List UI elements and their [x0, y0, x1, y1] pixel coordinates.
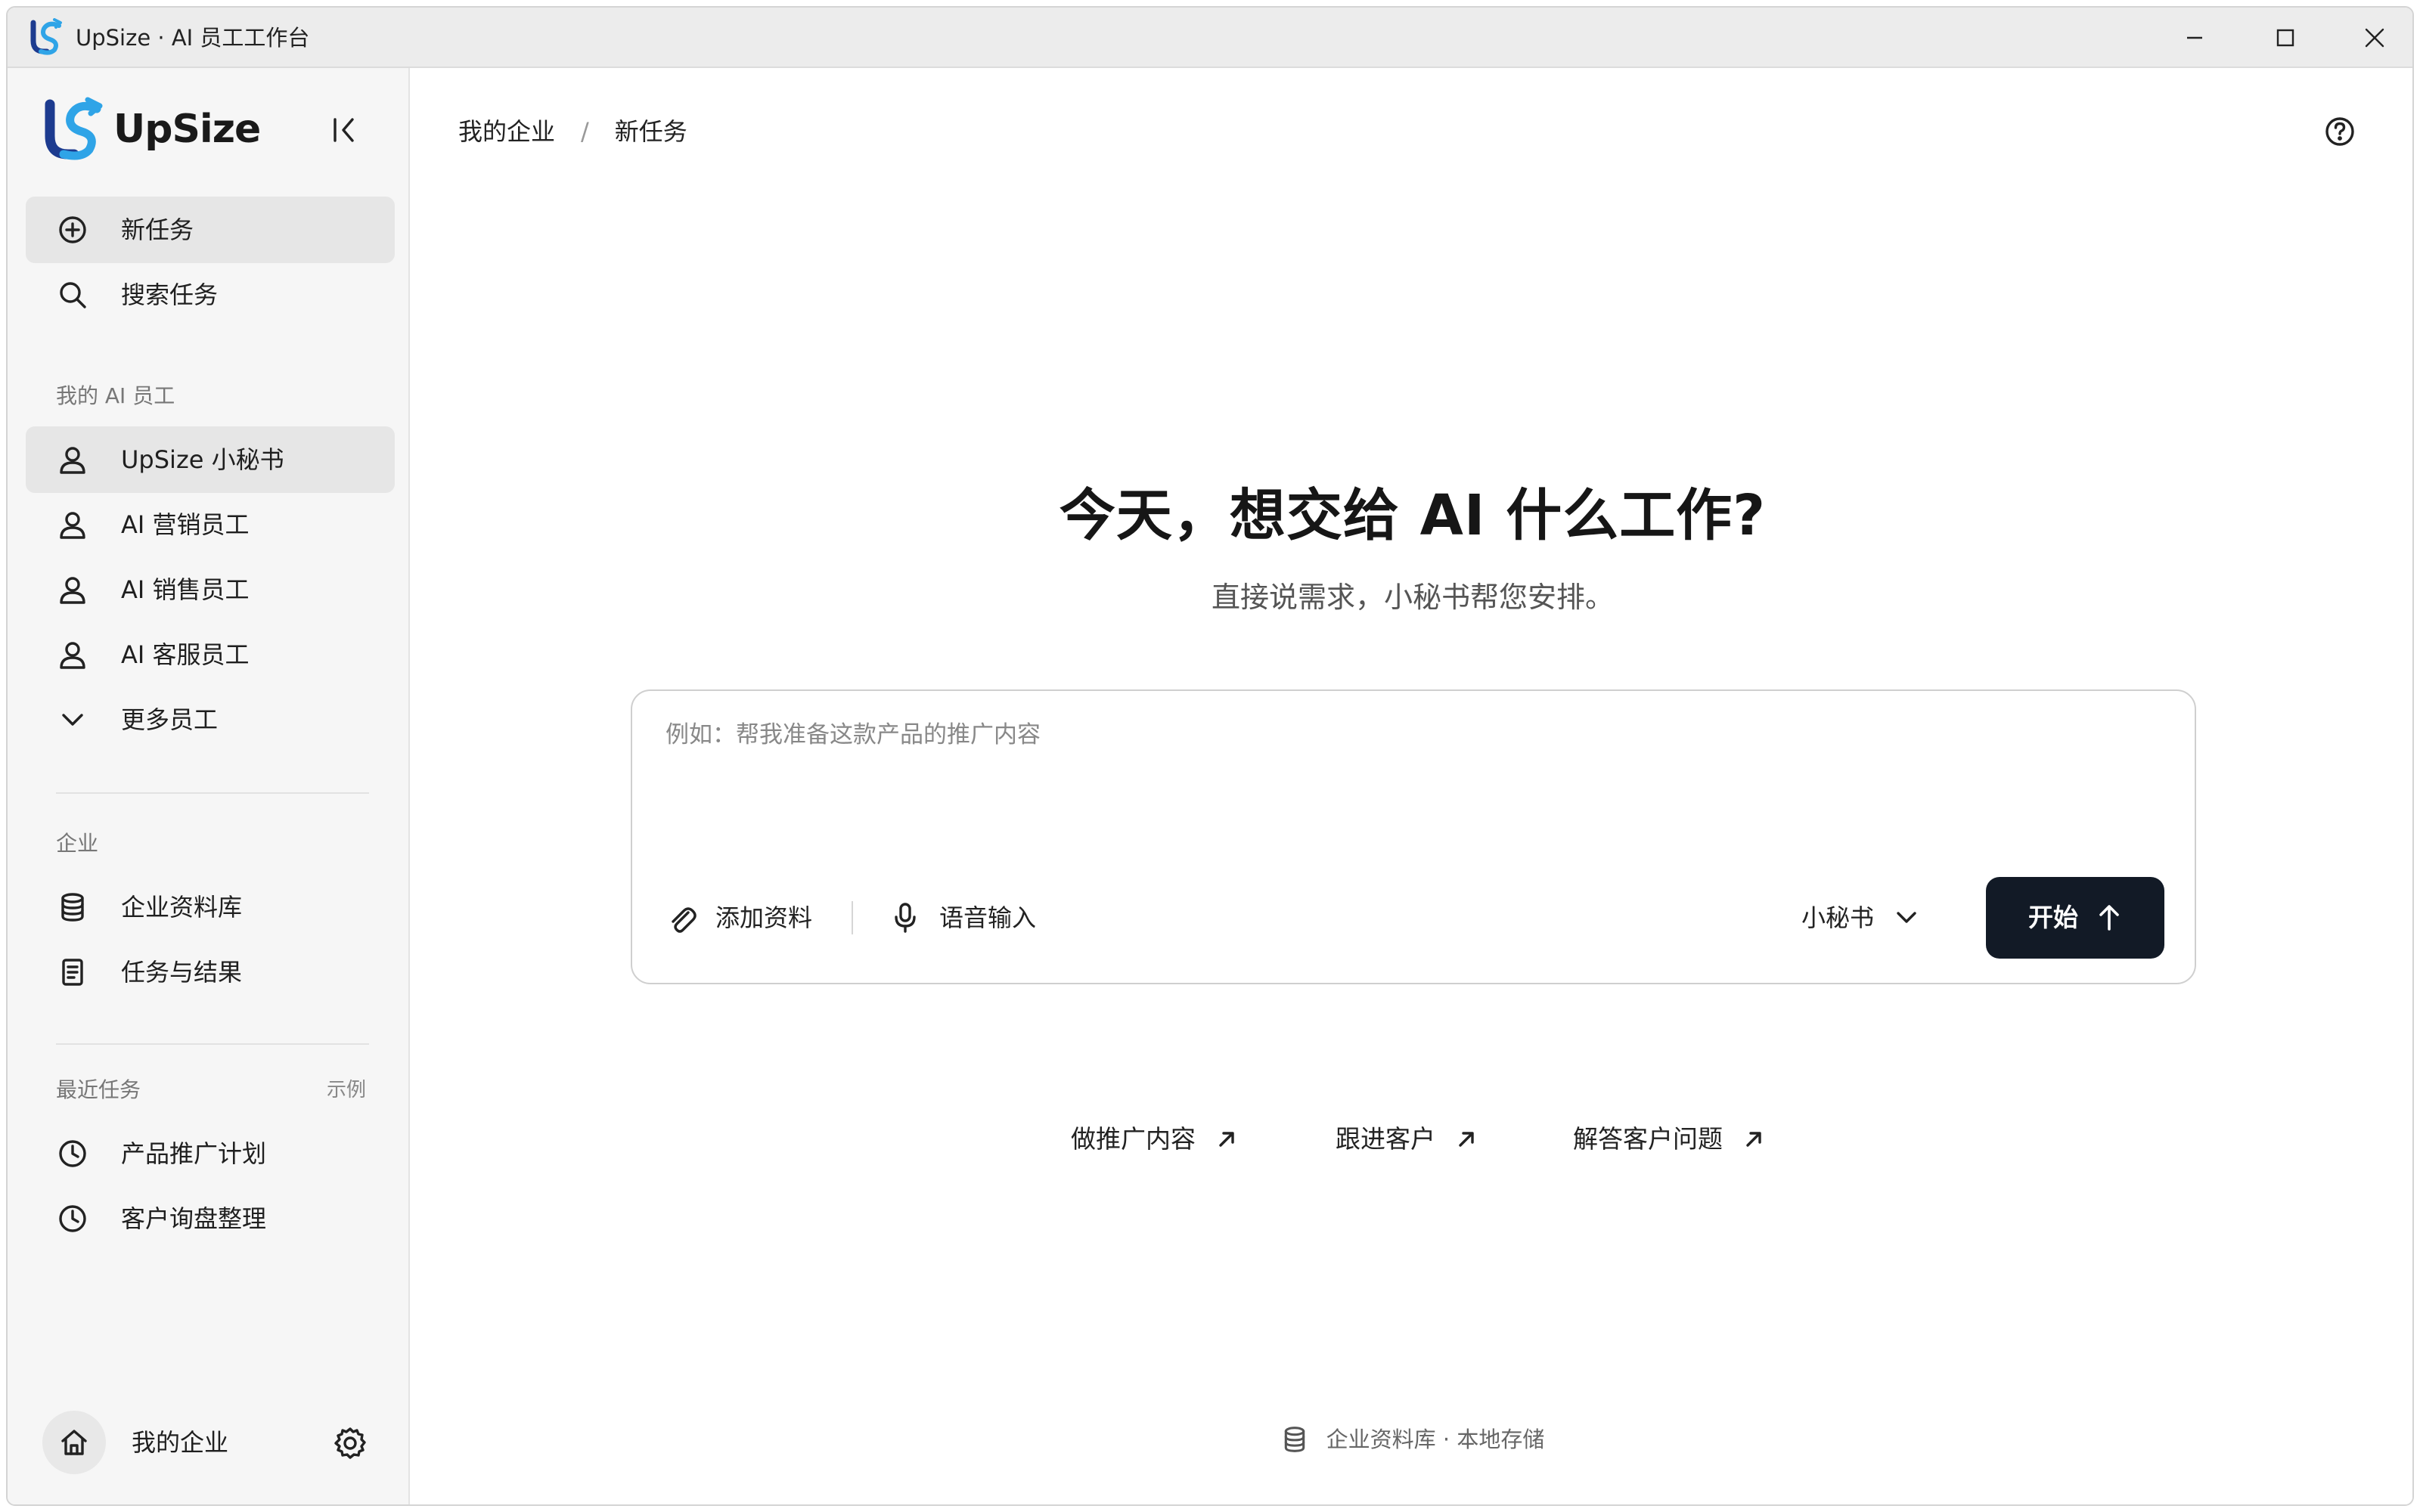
app-logo-icon — [29, 18, 64, 56]
clock-icon — [59, 1205, 86, 1232]
sidebar-item-recent-task[interactable]: 客户询盘整理 — [26, 1185, 395, 1252]
section-label-enterprise: 企业 — [56, 831, 99, 856]
sidebar-item-ai-sales[interactable]: AI 销售员工 — [26, 556, 395, 623]
user-icon — [60, 447, 85, 474]
minimize-icon — [2187, 36, 2202, 39]
main-panel: 我的企业 / 新任务 今天，想交给 AI 什么工作? 直接说需求，小秘书帮您安排… — [410, 68, 2412, 1504]
help-icon — [2325, 117, 2354, 146]
maximize-icon — [2276, 29, 2294, 47]
section-label-employees: 我的 AI 员工 — [56, 383, 175, 408]
app-window: UpSize · AI 员工工作台 UpSize 新任务 搜索任务 我的 AI … — [6, 6, 2414, 1506]
breadcrumb: 我的企业 / 新任务 — [458, 115, 687, 148]
sidebar-item-label: 企业资料库 — [121, 893, 243, 922]
task-input[interactable] — [666, 718, 2163, 824]
sidebar-item-label: AI 客服员工 — [121, 640, 250, 669]
sidebar-divider — [56, 792, 369, 794]
suggestion-chip[interactable]: 解答客户问题 — [1573, 1120, 1764, 1158]
home-icon — [61, 1430, 87, 1455]
voice-input-label: 语音输入 — [939, 903, 1037, 932]
sidebar-item-more-employees[interactable]: 更多员工 — [26, 686, 395, 753]
sidebar-item-label: AI 营销员工 — [121, 510, 250, 539]
document-icon — [62, 959, 83, 986]
sidebar-item-search-task[interactable]: 搜索任务 — [26, 262, 395, 328]
sidebar-item-label: 产品推广计划 — [121, 1139, 267, 1168]
brand-name: UpSize — [113, 107, 261, 152]
sidebar: UpSize 新任务 搜索任务 我的 AI 员工 UpSize 小秘书 AI 营… — [8, 68, 410, 1504]
avatar — [42, 1411, 106, 1474]
sidebar-item-label: 更多员工 — [121, 705, 219, 734]
account-name: 我的企业 — [132, 1428, 229, 1457]
chevron-down-icon — [1897, 912, 1916, 923]
user-icon — [60, 577, 85, 604]
chevron-down-icon — [62, 714, 83, 726]
arrow-up-right-icon — [1219, 1132, 1234, 1147]
page-title: 今天，想交给 AI 什么工作? — [1059, 483, 1767, 548]
storage-note: 企业资料库 · 本地存储 — [410, 1424, 2412, 1455]
sidebar-item-ai-marketing[interactable]: AI 营销员工 — [26, 491, 395, 558]
arrow-up-right-icon — [1459, 1132, 1474, 1147]
attach-label: 添加资料 — [715, 903, 813, 932]
search-icon — [60, 282, 86, 308]
sidebar-item-label: 客户询盘整理 — [121, 1204, 267, 1233]
brand: UpSize — [42, 97, 261, 162]
suggestion-label: 跟进客户 — [1336, 1124, 1435, 1154]
suggestion-label: 做推广内容 — [1071, 1124, 1196, 1154]
collapse-sidebar-icon — [334, 118, 354, 142]
sidebar-item-knowledge-base[interactable]: 企业资料库 — [26, 874, 395, 940]
minimize-button[interactable] — [2149, 8, 2240, 68]
help-button[interactable] — [2322, 113, 2358, 150]
title-bar: UpSize · AI 员工工作台 — [8, 8, 2412, 68]
gear-icon — [334, 1427, 366, 1459]
sidebar-item-upsize-secretary[interactable]: UpSize 小秘书 — [26, 426, 395, 493]
storage-note-label: 企业资料库 · 本地存储 — [1326, 1427, 1545, 1452]
attach-button[interactable]: 添加资料 — [666, 895, 812, 940]
sidebar-item-label: 新任务 — [121, 215, 194, 244]
close-icon — [2365, 28, 2384, 48]
voice-input-button[interactable]: 语音输入 — [889, 895, 1036, 940]
start-button-label: 开始 — [2028, 903, 2078, 932]
sidebar-item-recent-task[interactable]: 产品推广计划 — [26, 1120, 395, 1187]
sidebar-item-tasks-results[interactable]: 任务与结果 — [26, 939, 395, 1005]
arrow-up-right-icon — [1746, 1132, 1761, 1147]
paperclip-icon — [672, 907, 697, 933]
recent-example-tag: 示例 — [327, 1079, 367, 1101]
suggestion-chip[interactable]: 做推广内容 — [1071, 1120, 1236, 1158]
breadcrumb-item-current: 新任务 — [614, 117, 687, 146]
sidebar-divider — [56, 1043, 369, 1045]
sidebar-item-label: AI 销售员工 — [121, 575, 250, 604]
task-composer: 添加资料 语音输入 小秘书 开始 — [631, 689, 2196, 984]
upsize-logo-icon — [45, 97, 103, 160]
sidebar-item-new-task[interactable]: 新任务 — [26, 197, 395, 263]
database-icon — [61, 893, 84, 922]
breadcrumb-item-enterprise[interactable]: 我的企业 — [458, 115, 555, 148]
start-button[interactable]: 开始 — [1986, 877, 2164, 959]
agent-select-value: 小秘书 — [1801, 903, 1875, 932]
user-icon — [60, 642, 85, 669]
database-icon — [1284, 1427, 1305, 1452]
enterprise-account-row[interactable]: 我的企业 — [42, 1411, 375, 1479]
settings-button[interactable] — [331, 1424, 369, 1462]
sidebar-item-label: 搜索任务 — [121, 280, 219, 309]
user-icon — [60, 512, 85, 539]
sidebar-item-label: UpSize 小秘书 — [121, 445, 284, 474]
page-subtitle: 直接说需求，小秘书帮您安排。 — [1211, 581, 1614, 614]
microphone-icon — [895, 903, 916, 933]
sidebar-item-ai-support[interactable]: AI 客服员工 — [26, 621, 395, 688]
window-title: UpSize · AI 员工工作台 — [76, 25, 310, 51]
breadcrumb-separator: / — [581, 117, 589, 146]
close-button[interactable] — [2329, 8, 2412, 68]
arrow-up-icon — [2099, 905, 2119, 931]
agent-select[interactable]: 小秘书 — [1801, 895, 1919, 940]
sidebar-item-label: 任务与结果 — [121, 958, 243, 987]
section-label-recent: 最近任务 — [56, 1077, 141, 1102]
maximize-button[interactable] — [2240, 8, 2331, 68]
collapse-sidebar-button[interactable] — [324, 109, 366, 151]
toolbar-divider — [852, 901, 853, 934]
plus-circle-icon — [59, 216, 86, 243]
suggestion-label: 解答客户问题 — [1573, 1124, 1723, 1154]
clock-icon — [59, 1140, 86, 1167]
suggestion-chip[interactable]: 跟进客户 — [1336, 1120, 1476, 1158]
